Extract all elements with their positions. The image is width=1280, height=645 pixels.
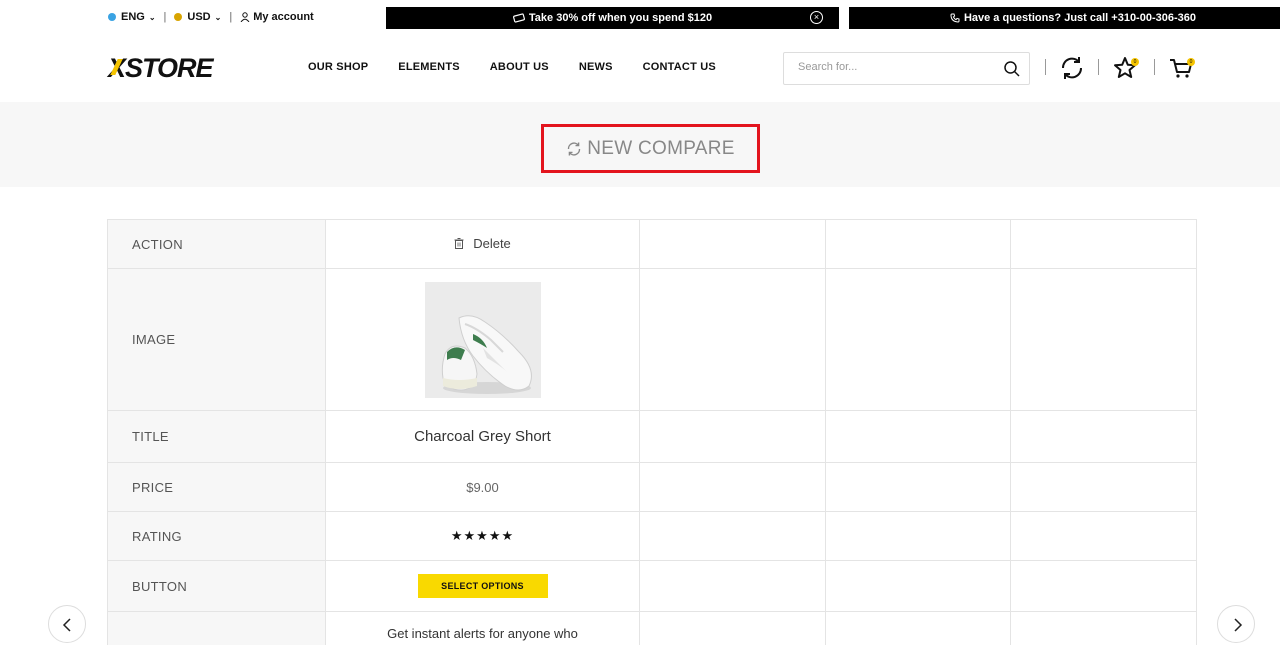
phone-icon	[950, 13, 960, 23]
table-cell	[1010, 410, 1197, 463]
table-cell	[825, 560, 1011, 612]
table-cell	[825, 511, 1011, 561]
table-cell: ★★★★★	[325, 511, 640, 561]
table-row: IMAGE	[107, 268, 1197, 411]
table-row: TITLE Charcoal Grey Short	[107, 410, 1197, 463]
table-cell: $9.00	[325, 462, 640, 512]
top-bar: ENG ⌄ | USD ⌄ | My account Take 30% off …	[0, 0, 1280, 34]
table-cell	[639, 611, 826, 645]
chevron-right-icon	[1234, 618, 1243, 632]
divider: |	[163, 11, 167, 23]
next-arrow-button[interactable]	[1217, 605, 1255, 643]
prev-arrow-button[interactable]	[48, 605, 86, 643]
table-cell: Get instant alerts for anyone who	[325, 611, 640, 645]
my-account-link[interactable]: My account	[253, 11, 314, 23]
product-description: Get instant alerts for anyone who	[387, 626, 578, 641]
delete-label: Delete	[473, 236, 511, 251]
currency-icon	[174, 13, 183, 21]
top-bar-left: ENG ⌄ | USD ⌄ | My account	[108, 0, 314, 34]
divider	[1045, 59, 1046, 75]
table-cell	[825, 462, 1011, 512]
search-box	[783, 52, 1030, 85]
table-cell	[825, 268, 1011, 411]
table-row: Get instant alerts for anyone who	[107, 611, 1197, 645]
compare-table: ACTION Delete IMAGE TITLE Charcoal Grey …	[107, 219, 1197, 645]
table-cell	[1010, 268, 1197, 411]
table-row: RATING ★★★★★	[107, 511, 1197, 561]
site-header: XSTORE OUR SHOP ELEMENTS ABOUT US NEWS C…	[0, 34, 1280, 102]
wishlist-count-badge: 0	[1131, 58, 1139, 66]
table-cell	[639, 560, 826, 612]
page-title-band: NEW COMPARE	[0, 102, 1280, 187]
row-label: TITLE	[107, 410, 326, 463]
table-cell	[825, 410, 1011, 463]
chevron-down-icon: ⌄	[214, 12, 222, 22]
search-input[interactable]	[798, 61, 988, 73]
table-cell	[639, 410, 826, 463]
product-title-link[interactable]: Charcoal Grey Short	[414, 428, 551, 445]
language-selector[interactable]: ENG	[121, 11, 145, 23]
rating-stars: ★★★★★	[450, 528, 515, 543]
compare-icon[interactable]	[1059, 55, 1085, 81]
nav-news[interactable]: NEWS	[579, 61, 613, 73]
language-flag-icon	[108, 13, 116, 21]
table-cell	[825, 611, 1011, 645]
refresh-icon	[568, 141, 581, 156]
row-label: RATING	[107, 511, 326, 561]
logo-text: XSTORE	[108, 53, 214, 83]
table-cell	[639, 268, 826, 411]
promo-banner: Take 30% off when you spend $120 ×	[386, 7, 839, 29]
table-row: PRICE $9.00	[107, 462, 1197, 512]
divider	[1154, 59, 1155, 75]
sneaker-image	[424, 281, 541, 398]
table-cell	[1010, 511, 1197, 561]
row-label: BUTTON	[107, 560, 326, 612]
chevron-left-icon	[62, 618, 71, 632]
divider: |	[229, 11, 233, 23]
nav-our-shop[interactable]: OUR SHOP	[308, 61, 368, 73]
table-cell	[325, 268, 640, 411]
row-label	[107, 611, 326, 645]
table-cell	[639, 462, 826, 512]
site-logo[interactable]: XSTORE	[108, 53, 214, 83]
row-label: IMAGE	[107, 268, 326, 411]
cart-count-badge: 0	[1187, 58, 1195, 66]
main-nav: OUR SHOP ELEMENTS ABOUT US NEWS CONTACT …	[308, 61, 746, 73]
nav-elements[interactable]: ELEMENTS	[398, 61, 460, 73]
nav-about-us[interactable]: ABOUT US	[490, 61, 549, 73]
table-cell	[639, 219, 826, 269]
table-cell	[825, 219, 1011, 269]
table-cell	[1010, 560, 1197, 612]
table-cell	[1010, 219, 1197, 269]
user-icon	[240, 12, 250, 22]
ticket-icon	[512, 13, 525, 23]
table-row: ACTION Delete	[107, 219, 1197, 269]
select-options-button[interactable]: SELECT OPTIONS	[417, 574, 548, 598]
table-cell	[1010, 462, 1197, 512]
page-title-text: NEW COMPARE	[587, 137, 735, 159]
product-price: $9.00	[466, 479, 499, 495]
row-label: ACTION	[107, 219, 326, 269]
table-cell	[1010, 611, 1197, 645]
table-cell: Delete	[325, 219, 640, 269]
search-icon[interactable]	[1003, 60, 1021, 78]
page-title: NEW COMPARE	[541, 124, 760, 173]
table-cell	[639, 511, 826, 561]
delete-button[interactable]: Delete	[454, 236, 511, 251]
nav-contact-us[interactable]: CONTACT US	[643, 61, 716, 73]
table-cell: Charcoal Grey Short	[325, 410, 640, 463]
promo-text: Take 30% off when you spend $120	[528, 12, 713, 24]
phone-banner: Have a questions? Just call +310-00-306-…	[849, 7, 1280, 29]
currency-selector[interactable]: USD	[187, 11, 210, 23]
row-label: PRICE	[107, 462, 326, 512]
table-cell: SELECT OPTIONS	[325, 560, 640, 612]
chevron-down-icon: ⌄	[148, 12, 156, 22]
phone-text: Have a questions? Just call +310-00-306-…	[963, 12, 1196, 24]
table-row: BUTTON SELECT OPTIONS	[107, 560, 1197, 612]
close-icon[interactable]: ×	[810, 11, 823, 24]
divider	[1098, 59, 1099, 75]
trash-icon	[454, 238, 464, 249]
product-image[interactable]	[424, 281, 541, 398]
